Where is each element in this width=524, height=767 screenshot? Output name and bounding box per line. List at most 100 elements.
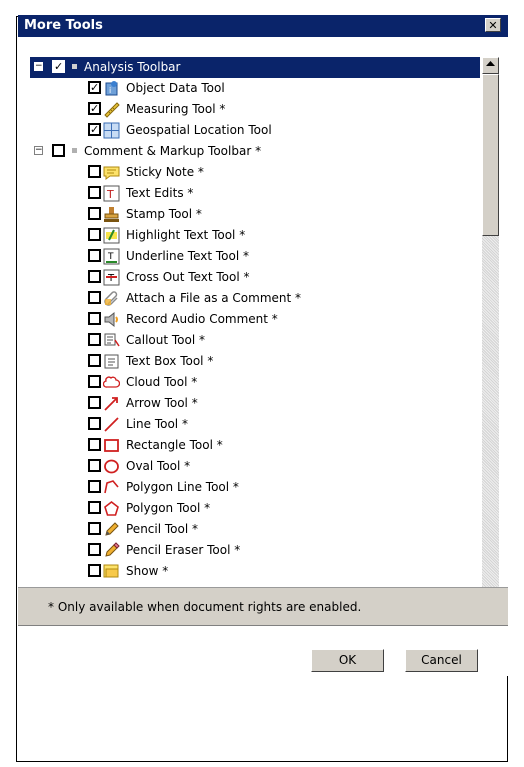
tree-item-row[interactable]: T Cross Out Text Tool * bbox=[30, 267, 480, 288]
tree-item-row[interactable]: Oval Tool * bbox=[30, 456, 480, 477]
tree-item-row[interactable]: ✓ Measuring Tool * bbox=[30, 99, 480, 120]
tree-group-row[interactable]: − Comment & Markup Toolbar * bbox=[30, 141, 480, 162]
tree-item-row[interactable]: Sticky Note * bbox=[30, 162, 480, 183]
tree-item-row[interactable]: Pencil Eraser Tool * bbox=[30, 540, 480, 561]
tool-checkbox[interactable] bbox=[88, 480, 101, 493]
tree-group-row[interactable]: − ✓ Analysis Toolbar bbox=[30, 57, 480, 78]
tree-item-row[interactable]: T Underline Text Tool * bbox=[30, 246, 480, 267]
rectangle-icon bbox=[103, 437, 120, 454]
scroll-thumb[interactable] bbox=[482, 74, 499, 236]
tool-checkbox[interactable] bbox=[88, 270, 101, 283]
underline-text-icon: T bbox=[103, 248, 120, 265]
group-label: Comment & Markup Toolbar * bbox=[84, 144, 262, 158]
tree-item-row[interactable]: Text Box Tool * bbox=[30, 351, 480, 372]
scroll-up-button[interactable] bbox=[482, 57, 499, 74]
stamp-icon bbox=[103, 206, 120, 223]
tree-item-row[interactable]: Show * bbox=[30, 561, 480, 582]
footer-note-bar: * Only available when document rights ar… bbox=[18, 587, 508, 626]
cross-out-text-icon: T bbox=[103, 269, 120, 286]
callout-icon bbox=[103, 332, 120, 349]
ok-button[interactable]: OK bbox=[311, 649, 384, 672]
tool-checkbox[interactable] bbox=[88, 417, 101, 430]
footer-separator bbox=[18, 625, 508, 627]
tool-checkbox[interactable] bbox=[88, 228, 101, 241]
tool-checkbox[interactable] bbox=[88, 207, 101, 220]
tool-checkbox[interactable] bbox=[88, 396, 101, 409]
tool-label: Underline Text Tool * bbox=[126, 249, 249, 263]
tool-label: Arrow Tool * bbox=[126, 396, 198, 410]
tool-checkbox[interactable] bbox=[88, 354, 101, 367]
tool-label: Show * bbox=[126, 564, 169, 578]
tool-checkbox[interactable] bbox=[88, 438, 101, 451]
tool-label: Rectangle Tool * bbox=[126, 438, 223, 452]
oval-icon bbox=[103, 458, 120, 475]
tree-item-row[interactable]: Rectangle Tool * bbox=[30, 435, 480, 456]
line-icon bbox=[103, 416, 120, 433]
tool-label: Attach a File as a Comment * bbox=[126, 291, 302, 305]
tool-label: Cloud Tool * bbox=[126, 375, 198, 389]
text-edits-icon: T bbox=[103, 185, 120, 202]
tool-checkbox[interactable] bbox=[88, 165, 101, 178]
tool-checkbox[interactable] bbox=[88, 501, 101, 514]
collapse-icon[interactable]: − bbox=[34, 62, 43, 71]
tree-item-row[interactable]: Callout Tool * bbox=[30, 330, 480, 351]
polygon-icon bbox=[103, 500, 120, 517]
tool-checkbox[interactable] bbox=[88, 249, 101, 262]
pencil-eraser-icon bbox=[103, 542, 120, 559]
cloud-icon bbox=[102, 374, 121, 391]
paperclip-icon bbox=[103, 290, 120, 307]
tool-checkbox[interactable] bbox=[88, 375, 101, 388]
tree-item-row[interactable]: Record Audio Comment * bbox=[30, 309, 480, 330]
tree-item-row[interactable]: Polygon Line Tool * bbox=[30, 477, 480, 498]
collapse-icon[interactable]: − bbox=[34, 146, 43, 155]
tool-checkbox[interactable] bbox=[88, 186, 101, 199]
tree-item-row[interactable]: ✓ Geospatial Location Tool bbox=[30, 120, 480, 141]
tool-label: Sticky Note * bbox=[126, 165, 204, 179]
close-button[interactable]: ✕ bbox=[485, 18, 501, 32]
tree-item-row[interactable]: Attach a File as a Comment * bbox=[30, 288, 480, 309]
tree-item-row[interactable]: T Text Edits * bbox=[30, 183, 480, 204]
tree-item-row[interactable]: Cloud Tool * bbox=[30, 372, 480, 393]
tree-item-row[interactable]: Highlight Text Tool * bbox=[30, 225, 480, 246]
tool-checkbox[interactable] bbox=[88, 312, 101, 325]
title-bar: More Tools ✕ bbox=[18, 15, 508, 37]
group-checkbox[interactable] bbox=[52, 144, 65, 157]
tool-checkbox[interactable] bbox=[88, 522, 101, 535]
tool-checkbox[interactable]: ✓ bbox=[88, 102, 101, 115]
cancel-button[interactable]: Cancel bbox=[405, 649, 478, 672]
text-box-icon bbox=[103, 353, 120, 370]
group-bullet-icon bbox=[72, 64, 77, 69]
dialog-title: More Tools bbox=[24, 18, 103, 33]
tool-checkbox[interactable]: ✓ bbox=[88, 123, 101, 136]
tool-checkbox[interactable] bbox=[88, 291, 101, 304]
tool-checkbox[interactable] bbox=[88, 459, 101, 472]
tool-label: Object Data Tool bbox=[126, 81, 225, 95]
arrow-icon bbox=[103, 395, 120, 412]
tree-item-row[interactable]: Stamp Tool * bbox=[30, 204, 480, 225]
tree-item-row[interactable]: Pencil Tool * bbox=[30, 519, 480, 540]
tool-label: Highlight Text Tool * bbox=[126, 228, 246, 242]
tool-label: Stamp Tool * bbox=[126, 207, 202, 221]
highlight-text-icon bbox=[103, 227, 120, 244]
group-checkbox[interactable]: ✓ bbox=[52, 60, 65, 73]
tool-label: Record Audio Comment * bbox=[126, 312, 278, 326]
tool-checkbox[interactable] bbox=[88, 564, 101, 577]
tools-tree: − ✓ Analysis Toolbar ✓ i Object Data Tool ✓ Mea… bbox=[30, 57, 480, 605]
tree-item-row[interactable]: ✓ i Object Data Tool bbox=[30, 78, 480, 99]
pencil-icon bbox=[103, 521, 120, 538]
tool-checkbox[interactable] bbox=[88, 543, 101, 556]
vertical-scrollbar[interactable] bbox=[482, 57, 499, 605]
tool-label: Line Tool * bbox=[126, 417, 188, 431]
tree-item-row[interactable]: Polygon Tool * bbox=[30, 498, 480, 519]
tool-label: Measuring Tool * bbox=[126, 102, 226, 116]
tool-label: Cross Out Text Tool * bbox=[126, 270, 250, 284]
tool-label: Oval Tool * bbox=[126, 459, 191, 473]
tree-item-row[interactable]: Arrow Tool * bbox=[30, 393, 480, 414]
tool-checkbox[interactable] bbox=[88, 333, 101, 346]
svg-text:T: T bbox=[107, 273, 115, 284]
sticky-note-icon bbox=[103, 164, 120, 181]
tool-checkbox[interactable]: ✓ bbox=[88, 81, 101, 94]
rights-note: * Only available when document rights ar… bbox=[48, 600, 362, 614]
ruler-icon bbox=[103, 101, 120, 118]
tree-item-row[interactable]: Line Tool * bbox=[30, 414, 480, 435]
